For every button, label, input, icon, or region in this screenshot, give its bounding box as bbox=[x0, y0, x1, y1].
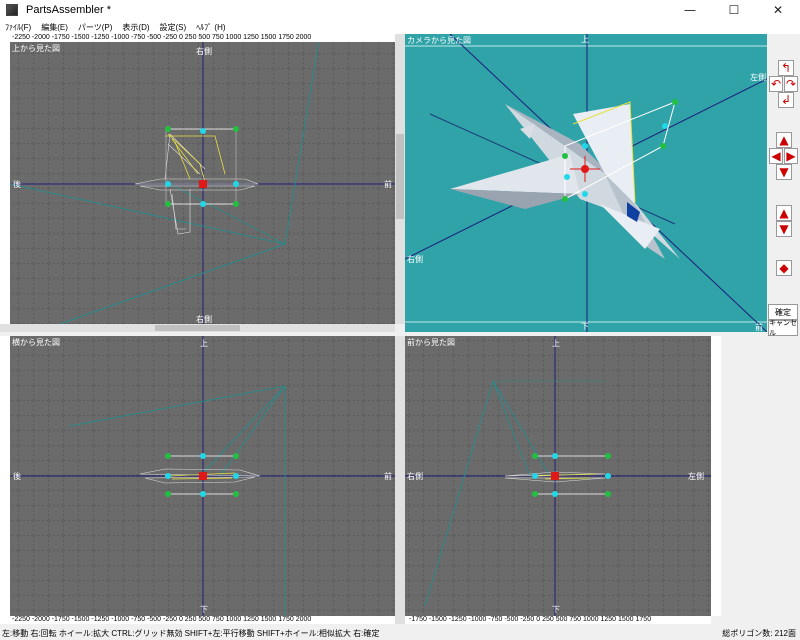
zoom-out-button[interactable]: ▼ bbox=[776, 221, 792, 237]
side-axis-bottom: 下 bbox=[200, 605, 208, 614]
cancel-button[interactable]: キャンセル bbox=[768, 319, 798, 337]
menu-help[interactable]: ﾍﾙﾌﾟ (H) bbox=[191, 22, 230, 33]
top-view[interactable]: -2250 -2000 -1750 -1500 -1250 -1000 -750… bbox=[0, 34, 395, 324]
status-bar: 左:移動 右:回転 ホイール:拡大 CTRL:グリッド無効 SHIFT+左:平行… bbox=[0, 628, 800, 640]
window-controls: — ☐ ✕ bbox=[668, 0, 800, 20]
handle-green bbox=[233, 201, 239, 207]
move-left-button[interactable]: ◀ bbox=[769, 148, 783, 164]
maximize-button[interactable]: ☐ bbox=[712, 0, 756, 20]
front-view[interactable]: 前から見た図 上 下 右側 左側 bbox=[405, 336, 711, 616]
front-view-label: 前から見た図 bbox=[407, 338, 455, 347]
move-right-button[interactable]: ▶ bbox=[784, 148, 798, 164]
front-axis-right: 左側 bbox=[688, 472, 704, 481]
handle-green bbox=[165, 201, 171, 207]
side-axis-right: 前 bbox=[384, 472, 392, 481]
front-axis-bottom: 下 bbox=[552, 605, 560, 614]
menu-edit[interactable]: 編集(E) bbox=[36, 22, 73, 33]
move-down-button[interactable]: ▼ bbox=[776, 164, 792, 180]
camera-view-canvas[interactable] bbox=[405, 34, 767, 332]
side-ruler: -2250 -2000 -1750 -1500 -1250 -1000 -750… bbox=[0, 616, 395, 624]
side-view[interactable]: 横から見た図 上 下 後 前 bbox=[0, 336, 395, 616]
menu-file[interactable]: ﾌｧｲﾙ(F) bbox=[0, 22, 36, 33]
handle-cyan bbox=[200, 128, 206, 134]
front-axis-left: 右側 bbox=[407, 472, 423, 481]
camera-axis-right: 左側 bbox=[750, 73, 766, 82]
top-ruler: -2250 -2000 -1750 -1500 -1250 -1000 -750… bbox=[0, 34, 395, 42]
rotate-up-left-button[interactable]: ↰ bbox=[778, 60, 794, 76]
move-up-button[interactable]: ▲ bbox=[776, 132, 792, 148]
rotate-right-button[interactable]: ↷ bbox=[784, 76, 798, 92]
minimize-button[interactable]: — bbox=[668, 0, 712, 20]
zoom-in-button[interactable]: ▲ bbox=[776, 205, 792, 221]
rotate-down-button[interactable]: ↲ bbox=[778, 92, 794, 108]
status-help-text: 左:移動 右:回転 ホイール:拡大 CTRL:グリッド無効 SHIFT+左:平行… bbox=[2, 629, 380, 638]
rotate-left-button[interactable]: ↶ bbox=[769, 76, 783, 92]
top-axis-left: 後 bbox=[13, 180, 21, 189]
top-ruler-vertical bbox=[0, 34, 10, 324]
front-ruler: -1750 -1500 -1250 -1000 -750 -500 -250 0… bbox=[405, 616, 711, 624]
scroll-thumb[interactable] bbox=[396, 134, 404, 219]
camera-axis-left: 右側 bbox=[407, 255, 423, 264]
camera-axis-front: 前 bbox=[755, 323, 763, 332]
camera-axis-top: 上 bbox=[581, 35, 589, 44]
side-view-canvas[interactable] bbox=[0, 336, 395, 616]
handle-cyan bbox=[200, 201, 206, 207]
front-ruler-vertical bbox=[711, 336, 721, 616]
top-axis-bottom: 右側 bbox=[196, 315, 212, 324]
top-view-label: 上から見た図 bbox=[12, 44, 60, 53]
close-button[interactable]: ✕ bbox=[756, 0, 800, 20]
side-view-label: 横から見た図 bbox=[12, 338, 60, 347]
side-axis-top: 上 bbox=[200, 339, 208, 348]
side-vertical-scrollbar[interactable] bbox=[395, 336, 405, 624]
side-axis-left: 後 bbox=[13, 472, 21, 481]
menu-view[interactable]: 表示(D) bbox=[117, 22, 154, 33]
side-ruler-vertical bbox=[0, 336, 10, 616]
reset-view-button[interactable]: ◆ bbox=[776, 260, 792, 276]
front-view-canvas[interactable] bbox=[405, 336, 711, 616]
top-vertical-scrollbar[interactable] bbox=[395, 34, 405, 324]
window-title: PartsAssembler * bbox=[26, 4, 111, 16]
polygon-count: 総ポリゴン数: 212面 bbox=[722, 629, 796, 638]
top-axis-right: 前 bbox=[384, 180, 392, 189]
scroll-thumb[interactable] bbox=[155, 325, 240, 331]
handle-cyan bbox=[165, 181, 171, 187]
camera-view-label: カメラから見た図 bbox=[407, 36, 471, 45]
camera-axis-bottom: 下 bbox=[581, 322, 589, 331]
front-axis-top: 上 bbox=[552, 339, 560, 348]
handle-green bbox=[165, 126, 171, 132]
menu-parts[interactable]: パーツ(P) bbox=[73, 22, 118, 33]
menu-bar: ﾌｧｲﾙ(F) 編集(E) パーツ(P) 表示(D) 設定(S) ﾍﾙﾌﾟ (H… bbox=[0, 20, 800, 34]
handle-green bbox=[233, 126, 239, 132]
camera-view[interactable]: カメラから見た図 上 下 左側 右側 前 bbox=[405, 34, 767, 332]
app-icon bbox=[6, 4, 18, 16]
top-axis-top: 右側 bbox=[196, 47, 212, 56]
title-bar: PartsAssembler * — ☐ ✕ bbox=[0, 0, 800, 20]
menu-settings[interactable]: 設定(S) bbox=[155, 22, 192, 33]
handle-cyan bbox=[233, 181, 239, 187]
top-horizontal-scrollbar[interactable] bbox=[0, 324, 395, 332]
handle-red bbox=[199, 180, 207, 188]
top-view-canvas[interactable] bbox=[0, 34, 395, 324]
